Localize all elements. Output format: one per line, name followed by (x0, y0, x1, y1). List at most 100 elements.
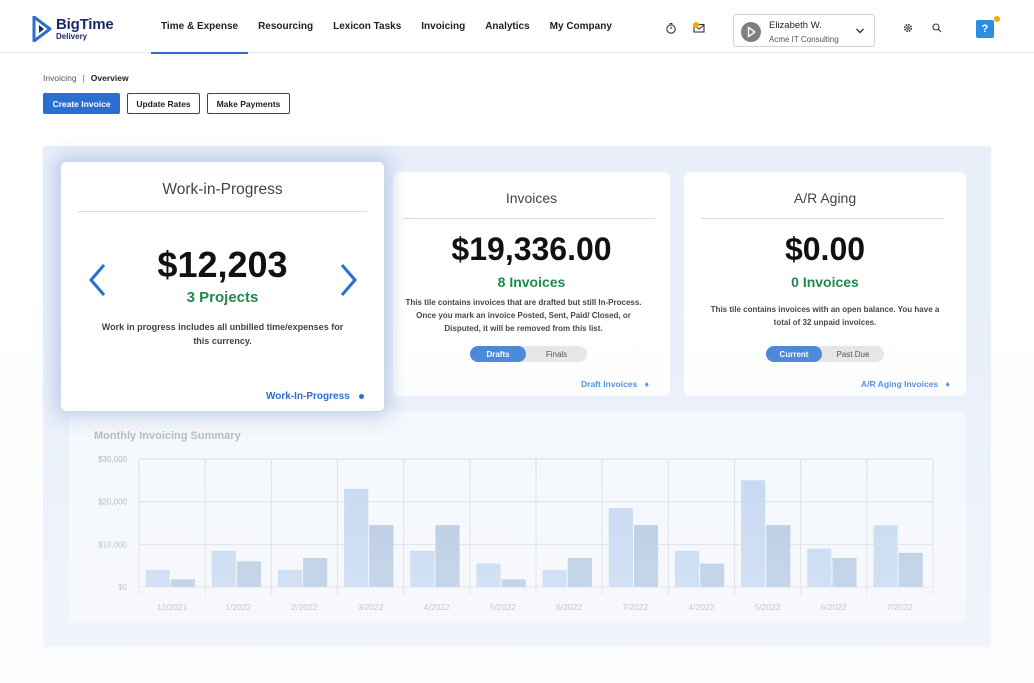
invoices-count: 8 Invoices (497, 274, 566, 290)
y-tick-label: $0 (118, 583, 127, 592)
timer-icon[interactable] (665, 22, 677, 34)
chart-bar[interactable] (633, 525, 659, 587)
chart-bar[interactable] (567, 557, 592, 587)
chart-bar[interactable] (608, 508, 633, 587)
past-due-toggle-option[interactable]: Past Due (822, 346, 884, 362)
diamond-icon: ♦ (644, 379, 649, 389)
invoices-title: Invoices (505, 190, 558, 206)
chart-bar[interactable] (766, 525, 791, 587)
drafts-finals-toggle: Drafts Finals (470, 346, 587, 362)
nav-my-company[interactable]: My Company (540, 0, 622, 53)
create-invoice-button[interactable]: Create Invoice (43, 93, 120, 114)
x-tick-label: 7/2022 (887, 602, 913, 612)
invoices-tile: Invoices $19,336.00 8 Invoices This tile… (393, 172, 670, 396)
x-tick-label: 4/2022 (424, 602, 450, 612)
monthly-invoicing-summary-chart: Monthly Invoicing Summary $0 $10,000 $20,0… (69, 411, 966, 622)
y-tick-label: $10,000 (98, 540, 127, 549)
chart-bar[interactable] (832, 557, 857, 587)
brand-name: BigTime (56, 16, 114, 33)
chart-plot: $0 $10,000 $20,000 $30,000 12/2021 1/2022 2/20… (98, 455, 934, 612)
ar-aging-link-label: A/R Aging Invoices (861, 379, 939, 389)
help-button[interactable]: ? (976, 20, 994, 38)
work-in-progress-link[interactable]: Work-In-Progress (266, 391, 364, 402)
chart-bar[interactable] (898, 552, 923, 587)
breadcrumb: Invoicing | Overview (43, 73, 129, 83)
x-tick-label: 6/2022 (556, 602, 582, 612)
wip-amount: $12,203 (157, 244, 288, 285)
user-company: Acme IT Consulting (769, 35, 839, 44)
invoices-description: This tile contains invoices that are dra… (405, 298, 642, 333)
chart-bar[interactable] (410, 550, 435, 587)
chart-bar[interactable] (700, 563, 725, 587)
make-payments-button[interactable]: Make Payments (207, 93, 290, 114)
divider (78, 211, 367, 212)
chart-bar[interactable] (170, 579, 195, 587)
divider (701, 218, 944, 219)
nav-invoicing[interactable]: Invoicing (411, 0, 475, 53)
wip-title: Work-in-Progress (162, 181, 283, 198)
ar-aging-description: This tile contains invoices with an open… (710, 305, 940, 327)
chart-bar[interactable] (211, 550, 236, 587)
update-rates-button[interactable]: Update Rates (127, 93, 200, 114)
help-notification-dot (994, 16, 1000, 22)
logo-mark-icon (32, 16, 52, 42)
x-tick-label: 7/2022 (622, 602, 648, 612)
current-toggle-option[interactable]: Current (766, 346, 822, 362)
breadcrumb-separator: | (82, 73, 85, 83)
ar-aging-tile: A/R Aging $0.00 0 Invoices This tile con… (684, 172, 966, 396)
play-icon (747, 26, 756, 38)
chart-bar[interactable] (674, 550, 700, 587)
nav-resourcing[interactable]: Resourcing (248, 0, 323, 53)
nav-analytics[interactable]: Analytics (475, 0, 539, 53)
breadcrumb-parent[interactable]: Invoicing (43, 73, 77, 83)
user-name: Elizabeth W. (769, 20, 822, 31)
chart-bar[interactable] (369, 525, 394, 587)
gear-icon[interactable] (902, 22, 914, 34)
finals-toggle-option[interactable]: Finals (526, 346, 587, 362)
wip-link-label: Work-In-Progress (266, 391, 350, 402)
x-tick-label: 12/2021 (157, 602, 188, 612)
wip-count: 3 Projects (186, 289, 259, 306)
chart-bar[interactable] (236, 561, 262, 587)
ar-aging-count: 0 Invoices (791, 274, 859, 290)
x-tick-label: 5/2022 (490, 602, 516, 612)
drafts-toggle-option[interactable]: Drafts (470, 346, 526, 362)
user-menu[interactable]: Elizabeth W. Acme IT Consulting (733, 14, 875, 47)
nav-lexicon-tasks[interactable]: Lexicon Tasks (323, 0, 411, 53)
x-tick-label: 3/2022 (358, 602, 384, 612)
y-tick-label: $30,000 (98, 455, 127, 464)
chart-bar[interactable] (476, 563, 501, 587)
wip-description: Work in progress includes all unbilled t… (101, 322, 344, 346)
draft-invoices-link[interactable]: Draft Invoices ♦ (581, 379, 649, 389)
chart-bar[interactable] (873, 525, 898, 587)
chart-bar[interactable] (435, 525, 460, 587)
ar-aging-invoices-link[interactable]: A/R Aging Invoices ♦ (861, 379, 950, 389)
current-pastdue-toggle: Current Past Due (766, 346, 884, 362)
ar-aging-title: A/R Aging (793, 190, 857, 206)
chart-bar[interactable] (303, 557, 328, 587)
notification-dot (693, 22, 699, 28)
search-icon[interactable] (931, 22, 943, 34)
y-tick-label: $20,000 (98, 498, 127, 507)
brand-sub: Delivery (56, 32, 88, 41)
x-tick-label: 1/2022 (225, 602, 251, 612)
chart-bar[interactable] (344, 488, 369, 587)
chart-bar[interactable] (501, 579, 526, 587)
chart-bar[interactable] (741, 480, 766, 587)
chart-bar[interactable] (542, 569, 567, 587)
chart-bar[interactable] (145, 569, 170, 587)
work-in-progress-tile: Work-in-Progress $12,203 3 Projects Work… (60, 161, 385, 412)
x-tick-label: 4/2022 (688, 602, 714, 612)
chart-bar[interactable] (277, 569, 303, 587)
invoices-amount: $19,336.00 (451, 231, 612, 267)
nav-time-expense[interactable]: Time & Expense (151, 0, 249, 54)
ar-aging-amount: $0.00 (784, 231, 866, 267)
chart-bar[interactable] (807, 548, 832, 587)
bigtime-logo[interactable]: BigTime Delivery (32, 16, 114, 42)
main-nav: Time & Expense Resourcing Lexicon Tasks … (151, 0, 622, 54)
diamond-icon: ♦ (945, 379, 950, 389)
top-navigation-bar: BigTime Delivery Time & Expense Resourci… (0, 0, 1034, 54)
dot-icon (358, 393, 364, 399)
draft-invoices-link-label: Draft Invoices (581, 379, 638, 389)
x-tick-label: 5/2022 (755, 602, 781, 612)
